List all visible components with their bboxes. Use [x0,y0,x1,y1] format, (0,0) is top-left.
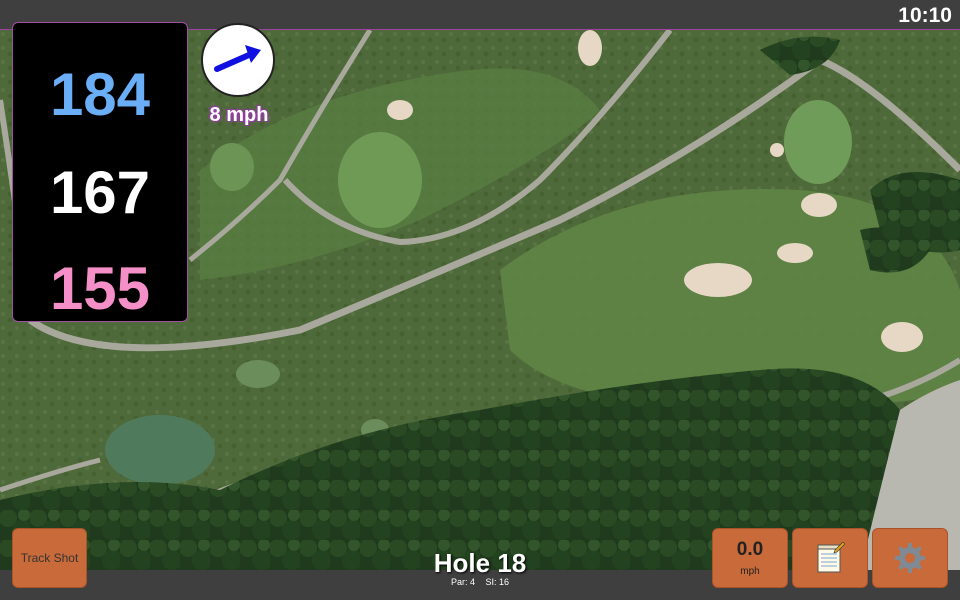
hole-details: Par: 4 SI: 16 [380,577,580,587]
gear-icon [895,543,925,573]
speed-button[interactable]: 0.0 mph [712,528,788,588]
notes-button[interactable] [792,528,868,588]
track-shot-button[interactable]: Track Shot [12,528,87,588]
wind-speed: 8 mph [209,104,269,126]
settings-button[interactable] [872,528,948,588]
speed-value: 0.0 [736,538,764,560]
speed-unit: mph [740,565,760,577]
hole-par: Par: 4 [450,577,475,587]
distance-back: 184 [49,61,151,128]
hole-title: Hole 18 [433,548,527,578]
distance-front: 155 [49,255,151,322]
wind-direction-dial [201,23,275,97]
hole-stroke-index: SI: 16 [485,577,510,587]
wind-arrow-icon [214,45,261,72]
distance-panel: 184 167 155 [12,22,188,322]
distance-center: 167 [49,159,151,226]
notepad-icon [817,542,845,573]
clock: 10:10 [898,4,952,27]
